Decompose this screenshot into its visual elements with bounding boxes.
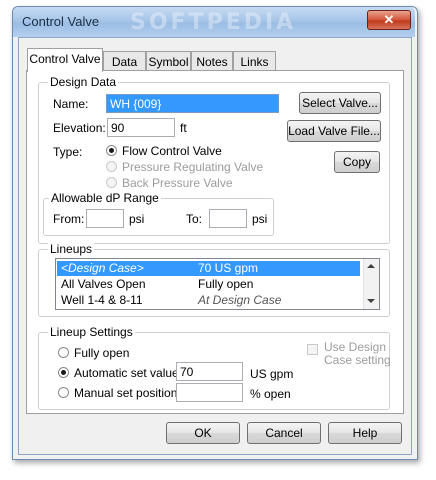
select-valve-button[interactable]: Select Valve...: [299, 92, 381, 114]
manual-set-position-label: Manual set position: [74, 386, 178, 400]
tab-notes[interactable]: Notes: [191, 51, 233, 72]
close-button[interactable]: ✕: [367, 10, 411, 30]
watermark: SOFTPEDIA: [130, 10, 297, 35]
dp-to-unit: psi: [252, 212, 268, 226]
automatic-value-unit: US gpm: [250, 367, 294, 381]
type-radio-back-pressure[interactable]: [106, 177, 117, 188]
dp-from-unit: psi: [129, 212, 145, 226]
lineup-value: At Design Case: [198, 293, 282, 307]
tab-data[interactable]: Data: [103, 51, 146, 72]
window-title: Control Valve: [22, 14, 100, 29]
type-radio-flow-control[interactable]: [106, 145, 117, 156]
tab-links[interactable]: Links: [233, 51, 276, 72]
list-item[interactable]: Well 1-4 & 8-11 At Design Case: [57, 293, 360, 308]
list-item[interactable]: All Valves Open Fully open: [57, 277, 360, 292]
lineup-value: 70 US gpm: [198, 261, 259, 275]
use-design-case-label-1: Use Design: [324, 340, 387, 354]
ok-button[interactable]: OK: [166, 422, 240, 444]
type-pressure-regulating-label: Pressure Regulating Valve: [122, 160, 264, 174]
name-field[interactable]: [106, 94, 279, 113]
elevation-unit: ft: [180, 121, 187, 135]
automatic-value-field[interactable]: [176, 362, 243, 381]
scroll-up-icon[interactable]: [367, 264, 375, 268]
manual-position-unit: % open: [250, 387, 291, 401]
automatic-set-value-label: Automatic set value: [74, 366, 179, 380]
lineups-list[interactable]: <Design Case> 70 US gpm All Valves Open …: [55, 258, 380, 310]
load-valve-file-button[interactable]: Load Valve File...: [287, 120, 381, 142]
dp-from-field[interactable]: [86, 209, 124, 228]
lineups-scrollbar[interactable]: [363, 259, 379, 309]
use-design-case-checkbox[interactable]: [307, 344, 318, 355]
help-button[interactable]: Help: [328, 422, 402, 444]
manual-set-position-radio[interactable]: [58, 387, 69, 398]
manual-position-field[interactable]: [176, 383, 243, 402]
design-data-legend: Design Data: [48, 75, 119, 89]
name-label: Name:: [53, 97, 89, 111]
lineup-name: All Valves Open: [61, 277, 146, 291]
fully-open-radio[interactable]: [58, 347, 69, 358]
elevation-field[interactable]: [107, 118, 175, 137]
tab-symbol[interactable]: Symbol: [146, 51, 191, 72]
automatic-set-value-radio[interactable]: [58, 367, 69, 378]
dp-to-label: To:: [186, 212, 203, 226]
lineup-name: <Design Case>: [61, 261, 144, 275]
fully-open-label: Fully open: [74, 346, 130, 360]
use-design-case-label-2: Case setting: [324, 353, 391, 367]
type-back-pressure-label: Back Pressure Valve: [122, 176, 233, 190]
type-label: Type:: [53, 145, 83, 159]
dp-to-field[interactable]: [209, 209, 247, 228]
lineup-value: Fully open: [198, 277, 254, 291]
type-radio-pressure-regulating[interactable]: [106, 161, 117, 172]
dp-from-label: From:: [53, 212, 85, 226]
type-flow-control-label: Flow Control Valve: [122, 144, 222, 158]
lineups-legend: Lineups: [48, 242, 95, 256]
copy-button[interactable]: Copy: [334, 151, 380, 173]
dp-range-legend: Allowable dP Range: [49, 191, 161, 205]
lineup-settings-legend: Lineup Settings: [48, 325, 135, 339]
scroll-down-icon[interactable]: [367, 299, 375, 303]
tab-control-valve[interactable]: Control Valve: [27, 48, 103, 72]
cancel-button[interactable]: Cancel: [247, 422, 321, 444]
list-item[interactable]: <Design Case> 70 US gpm: [57, 261, 360, 276]
close-icon: ✕: [383, 12, 395, 27]
lineup-name: Well 1-4 & 8-11: [61, 293, 143, 307]
elevation-label: Elevation:: [53, 121, 106, 135]
